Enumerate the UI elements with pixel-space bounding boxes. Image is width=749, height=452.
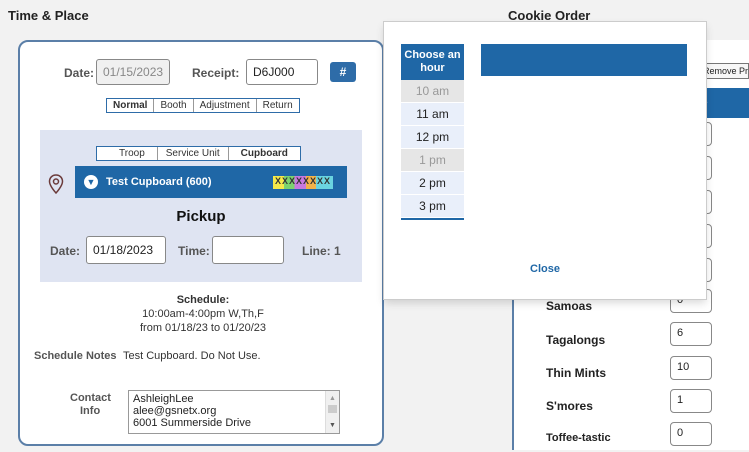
location-badge: XXXXXXXX bbox=[272, 176, 333, 189]
location-selector[interactable]: ▼ Test Cupboard (600) XXXXXXXX bbox=[75, 166, 347, 198]
hour-picker-popup: Choose an hour 10 am 11 am 12 pm 1 pm 2 … bbox=[384, 22, 706, 299]
hour-option-1pm: 1 pm bbox=[401, 149, 464, 172]
cookie-order-title: Cookie Order bbox=[508, 8, 591, 23]
location-type-service-unit[interactable]: Service Unit bbox=[158, 147, 229, 160]
pickup-date-label: Date: bbox=[50, 244, 81, 258]
cookie-name-samoas: Samoas bbox=[546, 299, 593, 313]
receipt-field[interactable]: D6J000 bbox=[246, 59, 318, 85]
receipt-label: Receipt: bbox=[192, 66, 240, 80]
hour-list-divider bbox=[401, 218, 464, 220]
hour-option-10am: 10 am bbox=[401, 80, 464, 103]
pickup-title: Pickup bbox=[176, 208, 226, 225]
cookie-name-toffee-tastic: Toffee-tastic bbox=[546, 432, 611, 444]
contact-line: alee@gsnetx.org bbox=[133, 405, 217, 417]
close-button[interactable]: Close bbox=[530, 263, 560, 275]
schedule-hours: 10:00am-4:00pm W,Th,F bbox=[142, 308, 264, 320]
location-panel: Troop Service Unit Cupboard ▼ Test Cupbo… bbox=[40, 130, 362, 282]
hour-option-12pm[interactable]: 12 pm bbox=[401, 126, 464, 149]
order-type-return[interactable]: Return bbox=[257, 99, 299, 112]
scroll-up-icon[interactable]: ▲ bbox=[329, 393, 336, 405]
scroll-down-icon[interactable]: ▼ bbox=[329, 420, 336, 432]
contact-info-box[interactable]: AshleighLee alee@gsnetx.org 6001 Summers… bbox=[128, 390, 340, 434]
time-label: Time: bbox=[178, 244, 210, 258]
scrollbar[interactable]: ▲ ▼ bbox=[325, 391, 339, 433]
cookie-name-smores: S'mores bbox=[546, 399, 593, 413]
order-type-selector: Normal Booth Adjustment Return bbox=[106, 98, 300, 113]
location-type-cupboard[interactable]: Cupboard bbox=[229, 147, 300, 160]
hour-option-3pm[interactable]: 3 pm bbox=[401, 195, 464, 218]
hour-picker-header: Choose an hour bbox=[401, 44, 464, 80]
pickup-date-field[interactable]: 01/18/2023 bbox=[86, 236, 166, 264]
chevron-down-icon: ▼ bbox=[84, 175, 98, 189]
receipt-number-button[interactable]: # bbox=[330, 62, 356, 82]
date-label: Date: bbox=[64, 66, 95, 80]
contact-label-2: Info bbox=[80, 405, 101, 417]
contact-line: 6001 Summerside Drive bbox=[133, 417, 251, 429]
qty-thin-mints[interactable]: 10 bbox=[670, 356, 712, 380]
qty-toffee-tastic[interactable]: 0 bbox=[670, 422, 712, 446]
time-place-card: Date: 01/15/2023 Receipt: D6J000 # Norma… bbox=[18, 40, 384, 446]
hour-option-11am[interactable]: 11 am bbox=[401, 103, 464, 126]
contact-line: AshleighLee bbox=[133, 393, 194, 405]
location-type-troop[interactable]: Troop bbox=[97, 147, 158, 160]
order-type-booth[interactable]: Booth bbox=[154, 99, 194, 112]
order-table-header: s bbox=[700, 88, 749, 118]
remove-product-button[interactable]: Remove Prod bbox=[700, 63, 749, 79]
scroll-thumb[interactable] bbox=[328, 405, 337, 413]
line-label: Line: 1 bbox=[302, 244, 341, 258]
qty-tagalongs[interactable]: 6 bbox=[670, 322, 712, 346]
time-slot-header bbox=[481, 44, 687, 76]
schedule-notes-value: Test Cupboard. Do Not Use. bbox=[123, 350, 261, 362]
contact-label: Contact bbox=[70, 392, 111, 404]
schedule-label: Schedule: bbox=[176, 294, 230, 306]
time-place-title: Time & Place bbox=[8, 8, 89, 23]
time-field[interactable] bbox=[212, 236, 284, 264]
schedule-range: from 01/18/23 to 01/20/23 bbox=[140, 322, 266, 334]
location-name: Test Cupboard (600) bbox=[106, 176, 212, 188]
order-type-adjustment[interactable]: Adjustment bbox=[194, 99, 257, 112]
cookie-name-tagalongs: Tagalongs bbox=[546, 333, 606, 347]
schedule-notes-label: Schedule Notes bbox=[34, 350, 117, 362]
order-type-normal[interactable]: Normal bbox=[107, 99, 155, 112]
hour-option-2pm[interactable]: 2 pm bbox=[401, 172, 464, 195]
page: Time & Place Date: 01/15/2023 Receipt: D… bbox=[0, 0, 749, 452]
qty-smores[interactable]: 1 bbox=[670, 389, 712, 413]
date-field[interactable]: 01/15/2023 bbox=[96, 59, 170, 85]
cookie-name-thin-mints: Thin Mints bbox=[546, 366, 606, 380]
hour-list: 10 am 11 am 12 pm 1 pm 2 pm 3 pm bbox=[401, 80, 464, 220]
location-type-selector: Troop Service Unit Cupboard bbox=[96, 146, 301, 161]
map-pin-icon[interactable] bbox=[48, 174, 64, 194]
